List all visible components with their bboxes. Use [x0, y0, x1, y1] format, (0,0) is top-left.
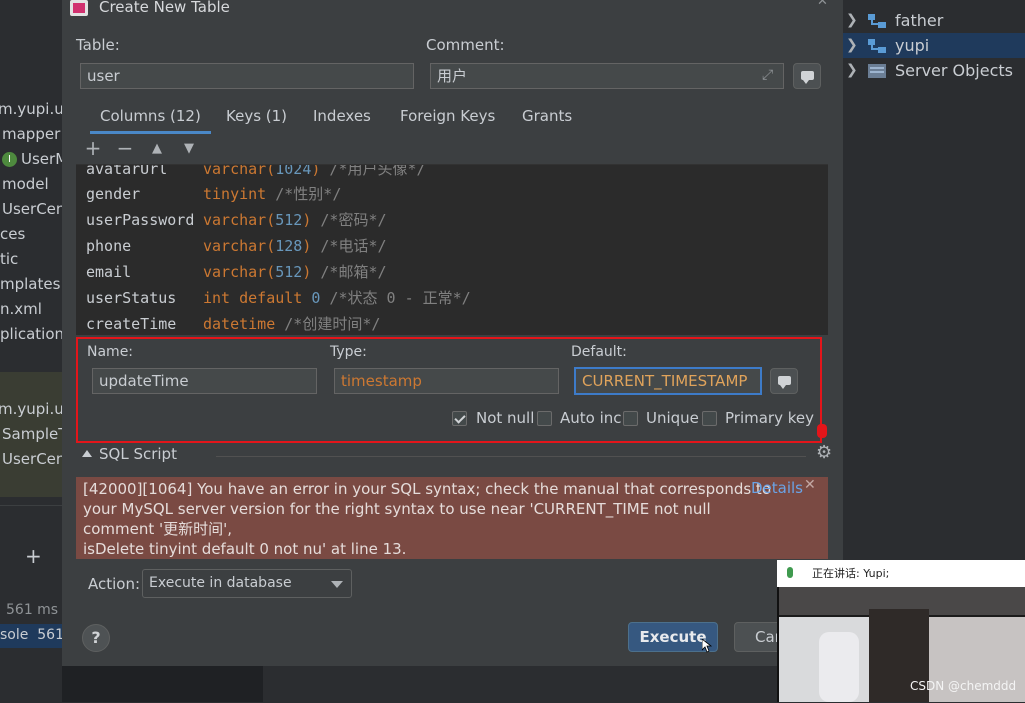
folder-icon	[868, 64, 886, 78]
sql-script-label: SQL Script	[99, 445, 177, 463]
column-row[interactable]: email varchar(512) /*邮箱*/	[86, 259, 387, 285]
column-row[interactable]: gender tinyint /*性别*/	[86, 181, 341, 207]
mouse-cursor-icon	[702, 639, 712, 653]
close-icon[interactable]: ✕	[804, 477, 816, 493]
console-row[interactable]: sole 561	[0, 627, 64, 643]
highlight-marker	[817, 424, 827, 438]
column-row[interactable]: phone varchar(128) /*电话*/	[86, 233, 387, 259]
editor-bottom-strip	[62, 666, 263, 702]
comment-icon	[801, 71, 814, 84]
project-row[interactable]: UserCen	[2, 197, 62, 221]
speaking-label: 正在讲话: Yupi;	[812, 567, 890, 580]
close-icon[interactable]: ✕	[817, 0, 828, 9]
project-row[interactable]: n.xml	[0, 297, 42, 321]
project-row[interactable]: m.yupi.us	[0, 397, 62, 421]
microphone-icon	[787, 567, 793, 578]
tree-item-server-objects[interactable]: ❯ Server Objects	[843, 58, 1025, 83]
tree-item-label: yupi	[895, 36, 930, 55]
table-name-input[interactable]: user	[80, 63, 414, 89]
project-row[interactable]: mplates	[0, 272, 60, 296]
run-time: 561 ms	[6, 602, 59, 618]
remove-column-icon[interactable]: −	[114, 138, 136, 160]
sql-script-header[interactable]: SQL Script ⚙	[76, 442, 832, 468]
collapse-icon[interactable]	[82, 450, 92, 457]
gear-icon[interactable]: ⚙	[816, 442, 832, 463]
error-panel: [42000][1064] You have an error in your …	[76, 477, 828, 559]
move-down-icon[interactable]: ▼	[178, 138, 200, 160]
project-row[interactable]: m.yupi.us	[0, 97, 62, 121]
project-row[interactable]: mapper	[2, 122, 60, 146]
project-row[interactable]: UserCen	[2, 447, 62, 471]
help-button[interactable]: ?	[82, 624, 110, 652]
project-row[interactable]: tic	[0, 247, 18, 271]
project-row[interactable]: I UserM	[2, 147, 62, 171]
table-label: Table:	[76, 36, 120, 54]
tree-item-yupi[interactable]: ❯ yupi	[843, 33, 1025, 58]
divider	[216, 456, 806, 457]
details-link[interactable]: Details	[751, 479, 803, 497]
error-line: [42000][1064] You have an error in your …	[83, 480, 771, 498]
action-select[interactable]: Execute in database	[142, 569, 352, 598]
project-row[interactable]: model	[2, 172, 49, 196]
comment-input[interactable]: 用户	[430, 63, 784, 89]
tab-grants[interactable]: Grants	[522, 100, 572, 134]
chevron-right-icon[interactable]: ❯	[846, 8, 858, 33]
tree-item-label: Server Objects	[895, 61, 1013, 80]
column-row[interactable]: userPassword varchar(512) /*密码*/	[86, 207, 387, 233]
app-icon	[70, 0, 88, 16]
column-row[interactable]: avatarUrl varchar(1024) /*用户头像*/	[86, 165, 426, 182]
tab-columns[interactable]: Columns (12)	[90, 100, 211, 134]
expand-icon[interactable]: ⤢	[762, 67, 773, 83]
schema-icon	[868, 14, 886, 28]
create-table-dialog: Create New Table ✕ Table: user Comment: …	[62, 0, 843, 666]
chevron-down-icon	[331, 581, 343, 588]
tree-item-label: father	[895, 11, 944, 30]
action-label: Action:	[88, 575, 141, 593]
error-line: your MySQL server version for the right …	[83, 500, 711, 518]
interface-icon: I	[2, 152, 17, 167]
watermark: CSDN @chemddd	[910, 679, 1017, 693]
action-select-value: Execute in database	[149, 575, 292, 591]
run-panel: + 561 ms sole 561	[0, 505, 64, 703]
error-message: [42000][1064] You have an error in your …	[83, 479, 771, 559]
chevron-right-icon[interactable]: ❯	[846, 33, 858, 58]
add-icon[interactable]: +	[25, 544, 42, 568]
chevron-right-icon[interactable]: ❯	[846, 58, 858, 83]
editor-bottom-area	[263, 666, 778, 702]
comment-button[interactable]	[793, 63, 821, 89]
tree-item-father[interactable]: ❯ father	[843, 8, 1025, 33]
columns-list[interactable]: avatarUrl varchar(1024) /*用户头像*/ gender ti…	[76, 165, 828, 335]
tab-indexes[interactable]: Indexes	[313, 100, 371, 134]
meeting-status-bar: 正在讲话: Yupi;	[777, 560, 1025, 587]
error-line: isDelete tinyint default 0 not nu' at li…	[83, 540, 407, 558]
project-row[interactable]: plication.	[0, 322, 62, 346]
schema-icon	[868, 39, 886, 53]
tab-foreign-keys[interactable]: Foreign Keys	[400, 100, 495, 134]
column-row[interactable]: createTime datetime /*创建时间*/	[86, 311, 380, 335]
column-row[interactable]: userStatus int default 0 /*状态 0 - 正常*/	[86, 285, 471, 311]
dialog-title: Create New Table	[99, 0, 230, 16]
highlight-box	[76, 337, 822, 443]
comment-label: Comment:	[426, 36, 505, 54]
project-row-label: UserM	[21, 150, 62, 168]
project-row[interactable]: SampleT	[2, 422, 62, 446]
columns-toolbar: + − ▲ ▼	[76, 134, 828, 165]
add-column-icon[interactable]: +	[82, 138, 104, 160]
tab-keys[interactable]: Keys (1)	[226, 100, 287, 134]
move-up-icon[interactable]: ▲	[146, 138, 168, 160]
comment-input-value: 用户	[437, 67, 468, 85]
project-row[interactable]: ces	[0, 222, 25, 246]
error-line: comment '更新时间',	[83, 520, 233, 538]
